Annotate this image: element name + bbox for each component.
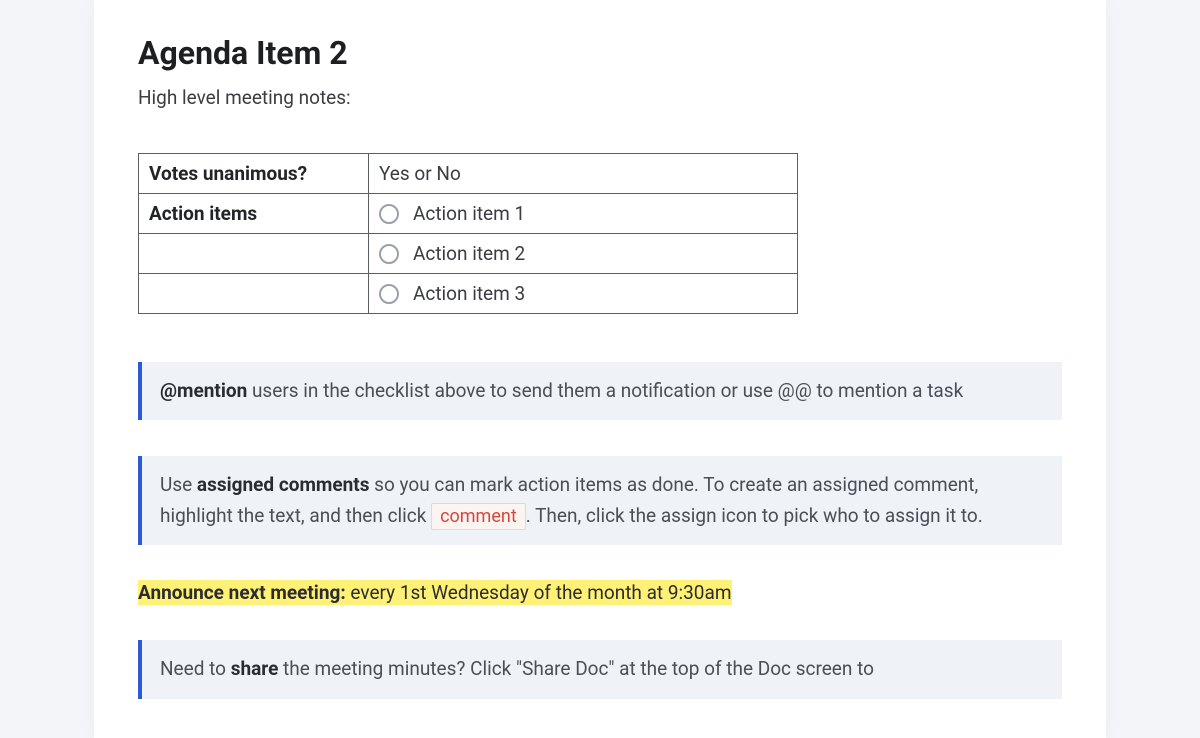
- empty-cell: [139, 274, 369, 314]
- action-item-cell[interactable]: Action item 2: [369, 234, 798, 274]
- action-item-cell[interactable]: Action item 1: [369, 194, 798, 234]
- page-subtitle: High level meeting notes:: [138, 86, 1062, 109]
- empty-cell: [139, 234, 369, 274]
- callout-mention: @mention users in the checklist above to…: [138, 362, 1062, 420]
- callout-text: users in the checklist above to send the…: [247, 379, 963, 402]
- callout-assigned-comments: Use assigned comments so you can mark ac…: [138, 456, 1062, 545]
- announce-text: every 1st Wednesday of the month at 9:30…: [346, 581, 732, 604]
- callout-bold: share: [231, 657, 279, 680]
- callout-share: Need to share the meeting minutes? Click…: [138, 640, 1062, 698]
- checkbox-icon[interactable]: [379, 284, 399, 304]
- callout-bold: @mention: [160, 379, 247, 402]
- checkbox-icon[interactable]: [379, 204, 399, 224]
- callout-text: . Then, click the assign icon to pick wh…: [526, 504, 983, 527]
- callout-bold: assigned comments: [197, 473, 370, 496]
- checkbox-icon[interactable]: [379, 244, 399, 264]
- votes-label: Votes unanimous?: [139, 154, 369, 194]
- announce-line: Announce next meeting: every 1st Wednesd…: [138, 581, 1062, 604]
- table-row: Action item 3: [139, 274, 798, 314]
- announce-bold: Announce next meeting:: [138, 581, 346, 604]
- meeting-table: Votes unanimous? Yes or No Action items …: [138, 153, 798, 314]
- action-item-text: Action item 2: [413, 242, 525, 265]
- comment-badge[interactable]: comment: [431, 503, 526, 530]
- table-row: Action item 2: [139, 234, 798, 274]
- document-page: Agenda Item 2 High level meeting notes: …: [94, 0, 1106, 738]
- action-item-text: Action item 3: [413, 282, 525, 305]
- page-title: Agenda Item 2: [138, 34, 1062, 72]
- table-row: Action items Action item 1: [139, 194, 798, 234]
- callout-text: the meeting minutes? Click "Share Doc" a…: [278, 657, 874, 680]
- callout-text: Use: [160, 473, 197, 496]
- action-items-label: Action items: [139, 194, 369, 234]
- callout-text: Need to: [160, 657, 231, 680]
- action-item-cell[interactable]: Action item 3: [369, 274, 798, 314]
- table-row: Votes unanimous? Yes or No: [139, 154, 798, 194]
- votes-value[interactable]: Yes or No: [369, 154, 798, 194]
- action-item-text: Action item 1: [413, 202, 525, 225]
